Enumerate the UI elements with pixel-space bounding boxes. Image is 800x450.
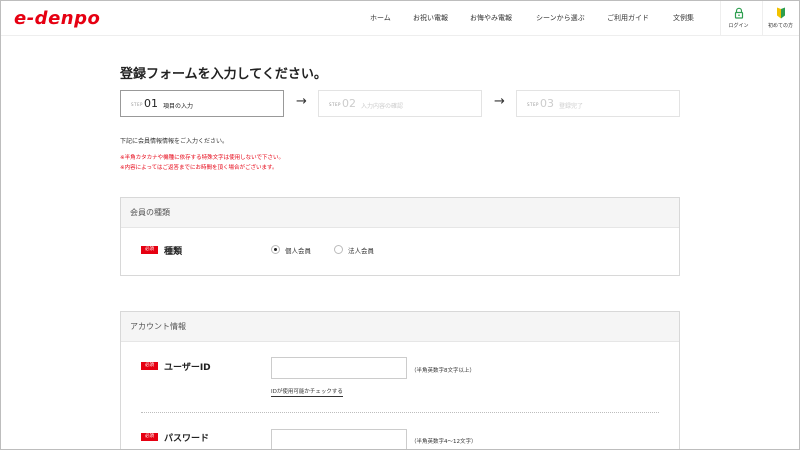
section-header: 会員の種類	[121, 198, 679, 228]
beginner-button[interactable]: 初めての方	[762, 0, 798, 36]
divider	[141, 412, 659, 413]
step-label: STEP	[527, 102, 539, 107]
step-2: STEP 02 入力内容の確認	[318, 90, 482, 117]
nav-item-examples[interactable]: 文例集	[673, 13, 694, 23]
field-label-user-id: ユーザーID	[164, 363, 211, 373]
account-info-section: アカウント情報 必須 ユーザーID （半角英数字8文字以上） IDが使用可能かチ…	[120, 311, 680, 450]
radio-individual[interactable]	[271, 245, 280, 254]
form-intro: 下記に会員情報情報をご入力ください。	[120, 138, 229, 145]
step-3: STEP 03 登録完了	[516, 90, 680, 117]
required-badge: 必須	[141, 362, 158, 370]
site-header: e-denpo ホーム お祝い電報 お悔やみ電報 シーンから選ぶ ご利用ガイド …	[0, 0, 800, 36]
member-type-section: 会員の種類 必須 種類 個人会員 法人会員	[120, 197, 680, 276]
warning-note: ※半角カタカナや機種に依存する特殊文字は使用しないで下さい。	[120, 155, 284, 161]
lock-icon	[734, 7, 743, 19]
user-id-input[interactable]	[271, 357, 407, 379]
beginner-mark-icon	[776, 7, 785, 19]
required-badge: 必須	[141, 246, 158, 254]
section-header: アカウント情報	[121, 312, 679, 342]
password-hint: （半角英数字4〜12文字）	[411, 439, 477, 445]
step-number: 02	[342, 97, 356, 110]
password-input[interactable]	[271, 429, 407, 450]
login-label: ログイン	[728, 23, 749, 29]
id-check-link[interactable]: IDが使用可能かチェックする	[271, 387, 343, 397]
user-id-hint: （半角英数字8文字以上）	[411, 368, 476, 374]
step-title: 登録完了	[559, 103, 584, 110]
warning-note: ※内容によってはご返答までにお時間を頂く場合がございます。	[120, 165, 278, 171]
radio-label-individual[interactable]: 個人会員	[285, 245, 311, 255]
step-label: STEP	[131, 102, 143, 107]
step-number: 01	[144, 97, 158, 110]
arrow-right-icon: →	[494, 94, 505, 109]
nav-item-celebration[interactable]: お祝い電報	[413, 13, 448, 23]
field-label-password: パスワード	[164, 434, 210, 444]
step-title: 入力内容の確認	[361, 103, 404, 110]
page-title: 登録フォームを入力してください。	[120, 67, 327, 82]
step-number: 03	[540, 97, 554, 110]
main-nav: ホーム お祝い電報 お悔やみ電報 シーンから選ぶ ご利用ガイド 文例集	[0, 13, 800, 25]
login-button[interactable]: ログイン	[720, 0, 756, 36]
radio-label-corporate[interactable]: 法人会員	[348, 245, 374, 255]
required-badge: 必須	[141, 433, 158, 441]
nav-item-home[interactable]: ホーム	[370, 13, 391, 23]
step-label: STEP	[329, 102, 341, 107]
radio-corporate[interactable]	[334, 245, 343, 254]
nav-item-scenes[interactable]: シーンから選ぶ	[536, 13, 585, 23]
beginner-label: 初めての方	[767, 23, 793, 29]
step-title: 項目の入力	[163, 103, 194, 110]
arrow-right-icon: →	[296, 94, 307, 109]
nav-item-guide[interactable]: ご利用ガイド	[607, 13, 649, 23]
nav-item-condolence[interactable]: お悔やみ電報	[470, 13, 512, 23]
step-1: STEP 01 項目の入力	[120, 90, 284, 117]
field-label-type: 種類	[164, 247, 183, 257]
